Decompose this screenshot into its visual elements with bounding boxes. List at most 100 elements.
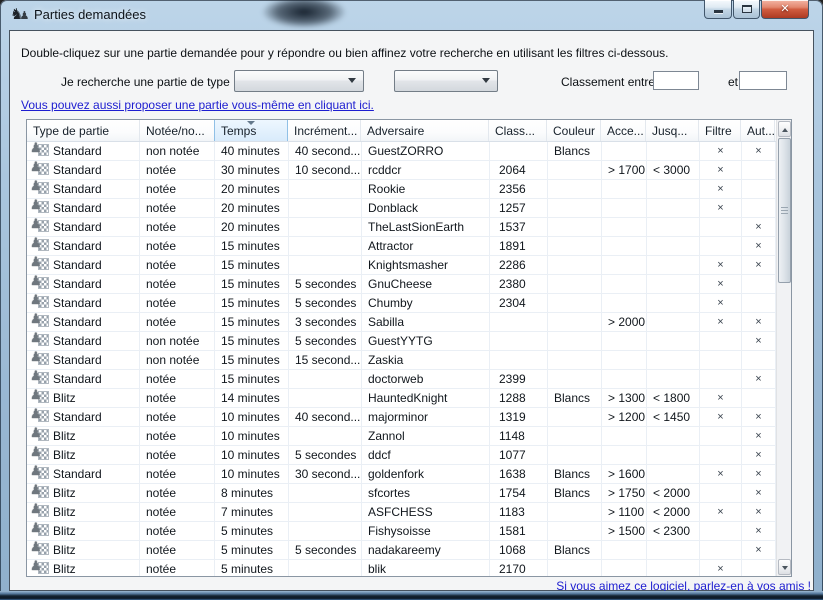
scrollbar-thumb[interactable]	[778, 138, 791, 283]
table-row[interactable]: ♟Standardnotée20 minutesRookie2356×	[27, 180, 791, 199]
cell-filter: ×	[700, 142, 742, 160]
cell-time: 10 minutes	[215, 408, 289, 426]
chevron-down-icon	[348, 78, 356, 83]
cell-auto: ×	[742, 522, 776, 540]
propose-game-link[interactable]: Vous pouvez aussi proposer une partie vo…	[21, 98, 374, 112]
chess-pawn-board-icon: ♟	[33, 429, 49, 442]
cell-auto	[742, 294, 776, 312]
window-bottom-frame	[0, 591, 823, 600]
cell-color	[548, 161, 602, 179]
cell-above	[602, 256, 647, 274]
column-header-rating[interactable]: Class...	[489, 120, 547, 141]
chess-pawn-board-icon: ♟	[33, 182, 49, 195]
table-row[interactable]: ♟Blitznotée10 minutes5 secondesddcf1077×	[27, 446, 791, 465]
cell-rated: notée	[140, 541, 215, 559]
table-row[interactable]: ♟Blitznotée10 minutesZannol1148×	[27, 427, 791, 446]
chess-pawn-board-icon: ♟	[33, 296, 49, 309]
game-type-combobox[interactable]	[234, 70, 364, 92]
cell-type: ♟Standard	[27, 256, 140, 274]
cell-opponent: Zaskia	[362, 351, 490, 369]
cell-auto	[742, 199, 776, 217]
table-row[interactable]: ♟Standardnotée30 minutes10 second...rcdd…	[27, 161, 791, 180]
table-row[interactable]: ♟Standardnotée15 minutes3 secondesSabill…	[27, 313, 791, 332]
table-row[interactable]: ♟Standardnotée15 minutesAttractor1891×	[27, 237, 791, 256]
and-label: et	[728, 75, 738, 89]
table-row[interactable]: ♟Standardnotée10 minutes40 second...majo…	[27, 408, 791, 427]
cell-type: ♟Blitz	[27, 484, 140, 502]
cell-below	[647, 142, 700, 160]
column-header-filter[interactable]: Filtre	[699, 120, 741, 141]
cell-type: ♟Blitz	[27, 541, 140, 559]
secondary-filter-combobox[interactable]	[394, 70, 498, 92]
cell-type: ♟Blitz	[27, 389, 140, 407]
table-row[interactable]: ♟Standardnon notée15 minutes5 secondesGu…	[27, 332, 791, 351]
chess-pawn-board-icon: ♟	[33, 258, 49, 271]
table-row[interactable]: ♟Standardnotée20 minutesTheLastSionEarth…	[27, 218, 791, 237]
table-row[interactable]: ♟Blitznotée5 minutes5 secondesnadakareem…	[27, 541, 791, 560]
chess-pawn-board-icon: ♟	[33, 353, 49, 366]
cell-color	[548, 218, 602, 236]
scroll-down-button[interactable]	[778, 559, 791, 575]
cell-color	[548, 408, 602, 426]
cell-type: ♟Blitz	[27, 522, 140, 540]
cell-opponent: majorminor	[362, 408, 490, 426]
chess-pawn-board-icon: ♟	[33, 201, 49, 214]
table-row[interactable]: ♟Blitznotée14 minutesHauntedKnight1288Bl…	[27, 389, 791, 408]
table-row[interactable]: ♟Standardnon notée40 minutes40 second...…	[27, 142, 791, 161]
table-row[interactable]: ♟Standardnotée15 minutes5 secondesGnuChe…	[27, 275, 791, 294]
table-row[interactable]: ♟Standardnotée15 minutesKnightsmasher228…	[27, 256, 791, 275]
cell-type: ♟Standard	[27, 294, 140, 312]
titlebar: ♞♟ Parties demandées ✕	[0, 0, 823, 30]
table-row[interactable]: ♟Standardnon notée15 minutes15 second...…	[27, 351, 791, 370]
column-header-below[interactable]: Jusq...	[646, 120, 699, 141]
column-header-rated[interactable]: Notée/no...	[140, 120, 215, 141]
scroll-up-button[interactable]	[778, 121, 791, 137]
column-header-opponent[interactable]: Adversaire	[361, 120, 489, 141]
column-header-above[interactable]: Acce...	[601, 120, 646, 141]
table-row[interactable]: ♟Blitznotée5 minutesblik2170×	[27, 560, 791, 576]
cell-time: 15 minutes	[215, 237, 289, 255]
cell-time: 5 minutes	[215, 541, 289, 559]
cell-rating	[490, 142, 548, 160]
column-header-auto[interactable]: Aut...	[741, 120, 775, 141]
column-header-time[interactable]: Temps	[214, 120, 288, 141]
column-header-increment[interactable]: Incrément...	[288, 120, 361, 141]
cell-rating	[490, 332, 548, 350]
rating-min-input[interactable]	[653, 71, 699, 90]
table-row[interactable]: ♟Standardnotée10 minutes30 second...gold…	[27, 465, 791, 484]
cell-type: ♟Standard	[27, 370, 140, 388]
maximize-button[interactable]	[733, 0, 760, 19]
chess-pawn-board-icon: ♟	[33, 448, 49, 461]
table-row[interactable]: ♟Blitznotée5 minutesFishysoisse1581> 150…	[27, 522, 791, 541]
cell-filter: ×	[700, 465, 742, 483]
cell-color	[548, 199, 602, 217]
cell-color	[548, 237, 602, 255]
cell-rating: 1319	[490, 408, 548, 426]
cell-increment: 3 secondes	[289, 313, 362, 331]
instructions-text: Double-cliquez sur une partie demandée p…	[21, 46, 668, 60]
table-row[interactable]: ♟Standardnotée15 minutesdoctorweb2399×	[27, 370, 791, 389]
rating-max-input[interactable]	[739, 71, 787, 90]
table-row[interactable]: ♟Standardnotée15 minutes5 secondesChumby…	[27, 294, 791, 313]
column-header-type[interactable]: Type de partie	[27, 120, 140, 141]
close-button[interactable]: ✕	[761, 0, 809, 19]
vertical-scrollbar[interactable]	[776, 120, 791, 576]
cell-color	[548, 294, 602, 312]
cell-rated: notée	[140, 218, 215, 236]
chess-pawn-board-icon: ♟	[33, 391, 49, 404]
cell-increment: 5 secondes	[289, 275, 362, 293]
table-row[interactable]: ♟Standardnotée20 minutesDonblack1257×	[27, 199, 791, 218]
cell-time: 15 minutes	[215, 256, 289, 274]
cell-auto	[742, 351, 776, 369]
cell-filter: ×	[700, 294, 742, 312]
table-row[interactable]: ♟Blitznotée8 minutessfcortes1754Blancs> …	[27, 484, 791, 503]
cell-rated: notée	[140, 275, 215, 293]
cell-rating: 2304	[490, 294, 548, 312]
cell-above	[602, 180, 647, 198]
cell-opponent: Fishysoisse	[362, 522, 490, 540]
cell-time: 10 minutes	[215, 427, 289, 445]
table-row[interactable]: ♟Blitznotée7 minutesASFCHESS1183> 1100< …	[27, 503, 791, 522]
cell-rating: 1077	[490, 446, 548, 464]
column-header-color[interactable]: Couleur	[547, 120, 601, 141]
minimize-button[interactable]	[704, 0, 732, 19]
